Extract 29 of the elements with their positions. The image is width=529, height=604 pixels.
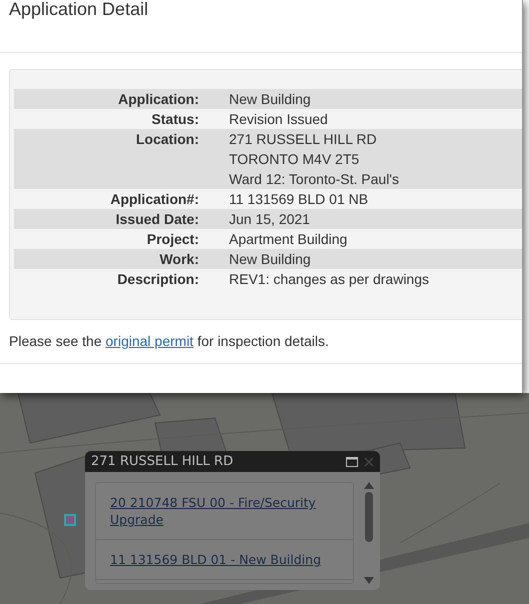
- field-label: Status:: [150, 110, 199, 129]
- field-label: Description:: [116, 270, 199, 289]
- field-value: REV1: changes as per drawings: [229, 270, 430, 289]
- scrollbar-thumb[interactable]: [365, 492, 373, 542]
- field-value: 11 131569 BLD 01 NB: [229, 190, 370, 209]
- field-value: New Building: [229, 90, 312, 109]
- dialog-title: Application Detail: [0, 0, 522, 53]
- field-value: Apartment Building: [229, 230, 348, 249]
- field-label: Work:: [158, 250, 199, 269]
- field-label: Application#:: [109, 190, 199, 209]
- field-label: Location:: [135, 130, 199, 149]
- field-value: TORONTO M4V 2T5: [229, 150, 360, 169]
- original-permit-link[interactable]: original permit: [106, 333, 194, 349]
- field-value: Revision Issued: [229, 110, 329, 129]
- maximize-icon[interactable]: [346, 456, 358, 466]
- field-value: 271 RUSSELL HILL RD: [229, 130, 378, 149]
- field-label: Application:: [117, 90, 199, 109]
- scroll-down-icon[interactable]: [364, 577, 374, 584]
- popup-title: 271 RUSSELL HILL RD: [91, 454, 234, 469]
- close-icon[interactable]: [364, 456, 374, 466]
- field-label: Issued Date:: [114, 210, 199, 229]
- permit-link[interactable]: 20 210748 FSU 00 - Fire/Security Upgrade: [110, 494, 339, 528]
- field-value: Ward 12: Toronto-St. Paul's: [229, 170, 400, 189]
- field-value: Jun 15, 2021: [229, 210, 311, 229]
- field-value: New Building: [229, 250, 312, 269]
- permit-link[interactable]: 11 131569 BLD 01 - New Building: [110, 551, 322, 568]
- note-text: Please see the original permit for inspection details.: [0, 320, 522, 364]
- scroll-up-icon[interactable]: [364, 482, 374, 489]
- field-label: Project:: [146, 230, 199, 249]
